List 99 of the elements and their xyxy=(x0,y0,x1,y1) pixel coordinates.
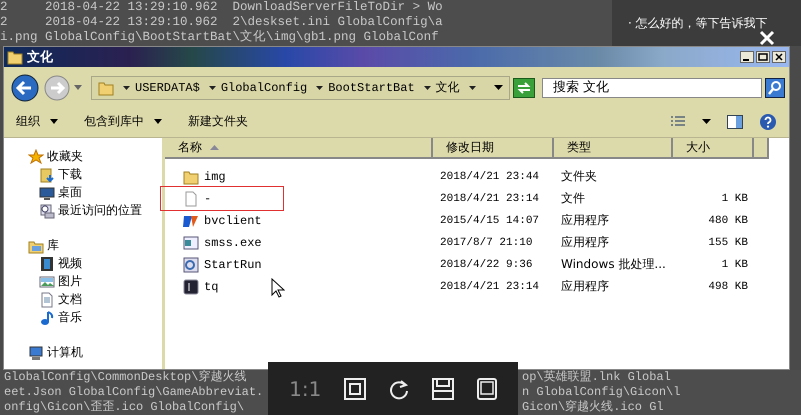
type-cell-text: 应用程序 xyxy=(560,278,610,296)
file-name[interactable]: smss.exe xyxy=(204,236,262,250)
column-header[interactable]: 类型 xyxy=(554,138,673,157)
terminal-icon xyxy=(183,278,199,295)
fit-screen-icon[interactable] xyxy=(344,378,366,400)
log-text: i.png GlobalConfig\BootStartBat\文化\img\gb1.png GlobalConf xyxy=(0,30,439,45)
search-field[interactable]: 搜索 文化 xyxy=(542,78,762,98)
sort-arrow-icon xyxy=(210,144,219,150)
zoom-ratio-button[interactable]: 1:1 xyxy=(289,376,322,400)
toolbar-button[interactable]: 组织 xyxy=(12,109,44,134)
sidebar-item[interactable]: 图片 xyxy=(4,272,162,291)
log-text: Gicon\穿越火线.ico Gl xyxy=(522,400,664,415)
toolbar-button[interactable]: 新建文件夹 xyxy=(184,109,252,134)
sidebar-item[interactable]: 文档 xyxy=(4,290,162,309)
toolbar-button[interactable]: 包含到库中 xyxy=(80,109,148,134)
music-note-icon xyxy=(39,310,55,326)
log-text: 2 2018-04-22 13:29:10.962 DownloadServerFileToDir > Wo xyxy=(0,0,443,15)
address-bar[interactable]: USERDATA$ GlobalConfig BootStartBat 文化 xyxy=(91,76,510,100)
close-icon[interactable] xyxy=(759,30,775,46)
size-cell-text: 1 KB xyxy=(720,192,749,205)
size-cell-text: 498 KB xyxy=(707,280,749,293)
log-text: n GlobalConfig\Gicon\l xyxy=(522,385,680,400)
recent-places-icon xyxy=(39,202,55,219)
type-cell-text: 应用程序 xyxy=(560,212,610,230)
back-button[interactable] xyxy=(10,72,40,103)
log-text: eet.Json GlobalConfig\GameAbbreviat. xyxy=(3,385,264,400)
date-cell-text: 2017/8/7 21:10 xyxy=(439,236,534,249)
minimize-button[interactable] xyxy=(740,50,754,63)
type-cell-text: 文件夹 xyxy=(560,168,598,186)
date-cell-text: 2018/4/21 23:44 xyxy=(439,170,540,183)
caret-icon[interactable] xyxy=(494,85,503,90)
file-name[interactable]: bvclient xyxy=(204,214,262,228)
sidebar-item[interactable]: 库 xyxy=(4,236,162,255)
log-text: onfig\Gicon\歪歪.ico GlobalConfig\ xyxy=(3,400,246,415)
caret-icon[interactable] xyxy=(702,119,711,124)
close-button[interactable] xyxy=(772,50,786,63)
file-name[interactable]: img xyxy=(204,170,226,184)
document-icon xyxy=(39,292,55,308)
refresh-button[interactable] xyxy=(513,78,535,98)
preview-pane-icon[interactable] xyxy=(727,114,743,129)
caret-icon[interactable] xyxy=(50,119,58,124)
log-text: GlobalConfig\CommonDesktop\穿越火线 xyxy=(3,370,248,386)
view-list-icon[interactable] xyxy=(670,114,686,129)
folder-arrow-icon xyxy=(39,166,55,183)
star-icon xyxy=(28,148,44,165)
breadcrumb-item[interactable]: GlobalConfig xyxy=(220,80,308,95)
file-name[interactable]: StartRun xyxy=(204,258,262,272)
caret-icon[interactable] xyxy=(424,86,431,90)
help-icon[interactable] xyxy=(759,112,777,131)
search-icon[interactable] xyxy=(765,78,785,98)
file-name[interactable]: tq xyxy=(204,280,218,294)
log-text: 2 2018-04-22 13:29:10.962 2\deskset.ini GlobalConfig\a xyxy=(0,15,443,30)
rotate-icon[interactable] xyxy=(388,378,410,400)
folder-icon xyxy=(183,168,199,185)
sidebar-item[interactable]: 视频 xyxy=(4,254,162,273)
column-header[interactable]: 大小 xyxy=(673,138,754,157)
chat-message: · 怎么好的，等下告诉我下 xyxy=(628,15,768,32)
date-cell-text: 2015/4/15 14:07 xyxy=(439,214,540,227)
film-icon xyxy=(39,256,55,272)
caret-icon[interactable] xyxy=(123,86,130,90)
breadcrumb-item[interactable]: 文化 xyxy=(436,79,460,96)
size-cell-text: 1 KB xyxy=(720,258,749,271)
sidebar-item[interactable]: 桌面 xyxy=(4,184,162,202)
caret-icon[interactable] xyxy=(154,119,162,124)
maximize-button[interactable] xyxy=(756,50,770,63)
picture-icon xyxy=(39,274,55,290)
date-cell-text: 2018/4/22 9:36 xyxy=(439,258,534,271)
file-name[interactable]: - xyxy=(204,192,212,206)
breadcrumb-item[interactable]: USERDATA$ xyxy=(135,80,200,95)
sidebar-item[interactable]: 音乐 xyxy=(4,308,162,327)
column-header[interactable]: 修改日期 xyxy=(433,138,554,157)
column-header[interactable]: 名称 xyxy=(165,138,433,157)
type-cell-text: 应用程序 xyxy=(560,234,610,252)
mouse-pointer-icon xyxy=(271,278,285,298)
folder-icon xyxy=(98,80,114,96)
log-text: op\英雄联盟.lnk Global xyxy=(522,370,671,386)
window-app-icon xyxy=(183,234,199,251)
tablet-icon[interactable] xyxy=(476,378,497,400)
sidebar-item[interactable]: 计算机 xyxy=(4,344,162,362)
folder-icon xyxy=(7,48,23,65)
caret-icon[interactable] xyxy=(468,86,476,90)
type-cell-text: 文件 xyxy=(560,190,586,208)
breadcrumb-item[interactable]: BootStartBat xyxy=(328,80,415,95)
date-cell-text: 2018/4/21 23:14 xyxy=(439,280,540,293)
save-icon[interactable] xyxy=(432,378,454,400)
caret-icon[interactable] xyxy=(208,86,216,90)
window-title: 文化 xyxy=(27,48,53,66)
date-cell-text: 2018/4/21 23:14 xyxy=(439,192,540,205)
type-cell-text: Windows 批处理... xyxy=(560,256,667,274)
size-cell-text: 155 KB xyxy=(707,236,749,249)
computer-icon xyxy=(28,344,44,361)
size-cell-text: 480 KB xyxy=(707,214,749,227)
caret-icon[interactable] xyxy=(316,86,324,90)
sidebar-item[interactable]: 下载 xyxy=(4,166,162,184)
sidebar-item[interactable]: 最近访问的位置 xyxy=(4,202,162,220)
sidebar-item[interactable]: 收藏夹 xyxy=(4,148,162,166)
monitor-icon xyxy=(39,184,55,201)
gear-icon xyxy=(183,256,199,273)
blank-file-icon xyxy=(183,190,199,207)
